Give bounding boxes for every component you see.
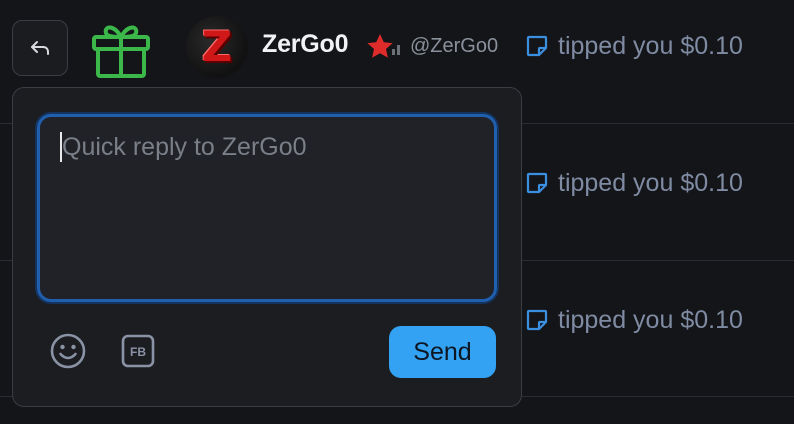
note-icon xyxy=(526,35,548,57)
tip-text: tipped you $0.10 xyxy=(558,168,743,197)
tip-text: tipped you $0.10 xyxy=(558,31,743,60)
tip-notification: tipped you $0.10 xyxy=(524,31,743,61)
tip-text: tipped you $0.10 xyxy=(558,305,743,334)
quick-reply-popup: FB Send xyxy=(12,87,522,407)
avatar[interactable]: Z xyxy=(186,16,248,78)
user-handle[interactable]: @ZerGo0 xyxy=(410,35,498,58)
gift-icon xyxy=(92,25,150,78)
send-button[interactable]: Send xyxy=(389,326,496,378)
notifications-view: Z ZerGo0 @ZerGo0 tipped you $0.10 tipped… xyxy=(0,0,794,424)
star-badge-icon xyxy=(367,34,400,58)
avatar-letter: Z xyxy=(201,22,233,71)
tip-notification: tipped you $0.10 xyxy=(524,305,743,335)
note-icon xyxy=(526,172,548,194)
quick-reply-input[interactable] xyxy=(37,114,497,302)
text-caret xyxy=(60,132,62,162)
emoji-icon[interactable] xyxy=(49,332,87,370)
fb-emote-icon[interactable]: FB xyxy=(121,334,155,368)
fb-label: FB xyxy=(130,345,146,359)
note-icon xyxy=(526,309,548,331)
username[interactable]: ZerGo0 xyxy=(262,30,349,59)
reply-button[interactable] xyxy=(12,20,68,76)
reply-arrow-icon xyxy=(31,41,49,55)
tip-notification: tipped you $0.10 xyxy=(524,168,743,198)
